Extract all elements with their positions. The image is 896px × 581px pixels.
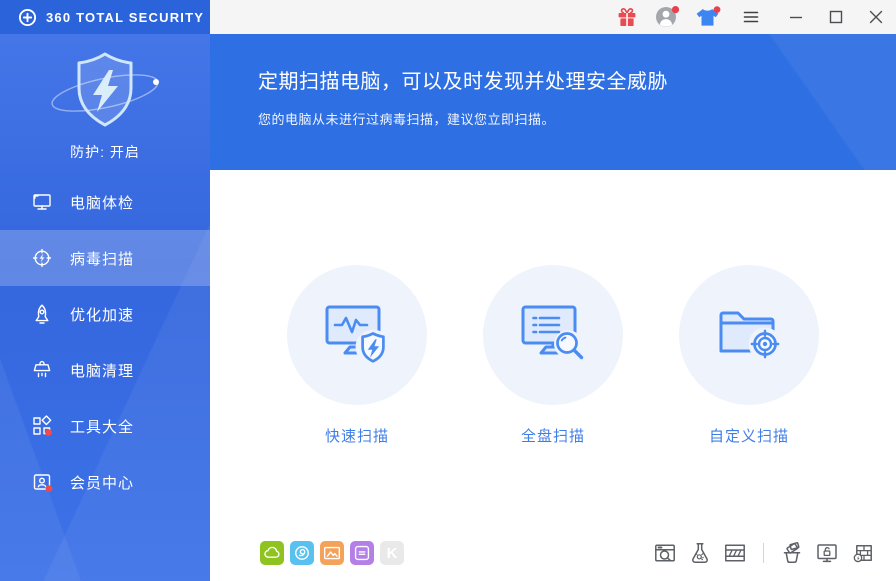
sidebar-item-label: 电脑体检 — [70, 194, 135, 212]
theme-shirt-icon[interactable] — [690, 0, 724, 34]
full-scan-icon — [483, 265, 623, 405]
app-title: 360 TOTAL SECURITY — [46, 9, 205, 25]
tools-bar — [653, 541, 874, 565]
trust-zone-icon[interactable] — [780, 541, 804, 565]
custom-scan-button[interactable]: 自定义扫描 — [679, 265, 819, 446]
full-scan-label: 全盘扫描 — [520, 428, 585, 445]
sidebar-item-speedup[interactable]: 优化加速 — [0, 286, 210, 342]
image-viewer-app-icon[interactable] — [320, 541, 344, 565]
cloud-app-icon[interactable] — [260, 541, 284, 565]
monitor-icon — [31, 191, 53, 213]
quick-scan-button[interactable]: 快速扫描 — [287, 265, 427, 446]
banner-title: 定期扫描电脑，可以及时发现并处理安全威胁 — [258, 71, 668, 93]
gift-icon[interactable] — [610, 0, 644, 34]
sidebar-item-label: 工具大全 — [70, 418, 135, 436]
brush-icon — [31, 359, 53, 381]
scan-options-row: 快速扫描 全盘扫描 自定义扫描 — [210, 170, 896, 446]
app-logo-icon — [18, 8, 37, 27]
toolbox-grid-icon — [31, 415, 53, 437]
notes-app-icon[interactable] — [350, 541, 374, 565]
sidebar-menu: 电脑体检 病毒扫描 优化加速 电脑清理 工具大全 会员中心 — [0, 174, 210, 510]
sidebar-item-member-center[interactable]: 会员中心 — [0, 454, 210, 510]
sidebar-item-virus-scan[interactable]: 病毒扫描 — [0, 230, 210, 286]
sidebar-item-toolbox[interactable]: 工具大全 — [0, 398, 210, 454]
protection-label: 防护: 开启 — [70, 144, 140, 160]
spiral-app-icon[interactable] — [290, 541, 314, 565]
protection-status: 防护: 开启 — [0, 34, 210, 174]
maximize-button[interactable] — [816, 0, 856, 34]
sidebar-item-label: 电脑清理 — [70, 362, 135, 380]
firewall-icon[interactable] — [850, 541, 874, 565]
main-menu-icon[interactable] — [734, 0, 768, 34]
quick-scan-icon — [287, 265, 427, 405]
k-app-icon[interactable]: K — [380, 541, 404, 565]
sidebar-item-label: 会员中心 — [70, 474, 135, 492]
banner-subtitle: 您的电脑从未进行过病毒扫描，建议您立即扫描。 — [258, 112, 556, 127]
footer-bar: K — [260, 541, 874, 565]
shield-icon — [44, 46, 166, 140]
app-logo-area: 360 TOTAL SECURITY — [0, 0, 210, 34]
virus-scan-icon — [31, 247, 53, 269]
k-app-glyph: K — [386, 544, 398, 562]
scan-banner: 定期扫描电脑，可以及时发现并处理安全威胁 您的电脑从未进行过病毒扫描，建议您立即… — [210, 34, 896, 170]
quick-launch-apps: K — [260, 541, 404, 565]
footer-divider — [763, 543, 764, 563]
rocket-icon — [31, 303, 53, 325]
virus-lab-icon[interactable] — [688, 541, 712, 565]
main-content: 快速扫描 全盘扫描 自定义扫描 K — [210, 170, 896, 581]
titlebar: 360 TOTAL SECURITY — [0, 0, 896, 34]
custom-scan-label: 自定义扫描 — [708, 428, 789, 445]
sidebar-item-cleanup[interactable]: 电脑清理 — [0, 342, 210, 398]
sidebar-item-label: 病毒扫描 — [70, 250, 135, 268]
quick-scan-label: 快速扫描 — [324, 428, 389, 445]
sidebar-item-checkup[interactable]: 电脑体检 — [0, 174, 210, 230]
close-button[interactable] — [856, 0, 896, 34]
app-window: 360 TOTAL SECURITY 防护: 开启 电脑体检 病毒扫描 优化加速… — [0, 0, 896, 581]
minimize-button[interactable] — [776, 0, 816, 34]
titlebar-controls — [210, 0, 896, 34]
user-avatar[interactable] — [650, 0, 684, 34]
full-scan-button[interactable]: 全盘扫描 — [483, 265, 623, 446]
sidebar: 防护: 开启 电脑体检 病毒扫描 优化加速 电脑清理 工具大全 会员中心 — [0, 34, 210, 581]
screen-unlock-icon[interactable] — [815, 541, 839, 565]
quarantine-icon[interactable] — [723, 541, 747, 565]
member-icon — [31, 471, 53, 493]
sidebar-item-label: 优化加速 — [70, 306, 135, 324]
scan-history-icon[interactable] — [653, 541, 677, 565]
custom-scan-icon — [679, 265, 819, 405]
